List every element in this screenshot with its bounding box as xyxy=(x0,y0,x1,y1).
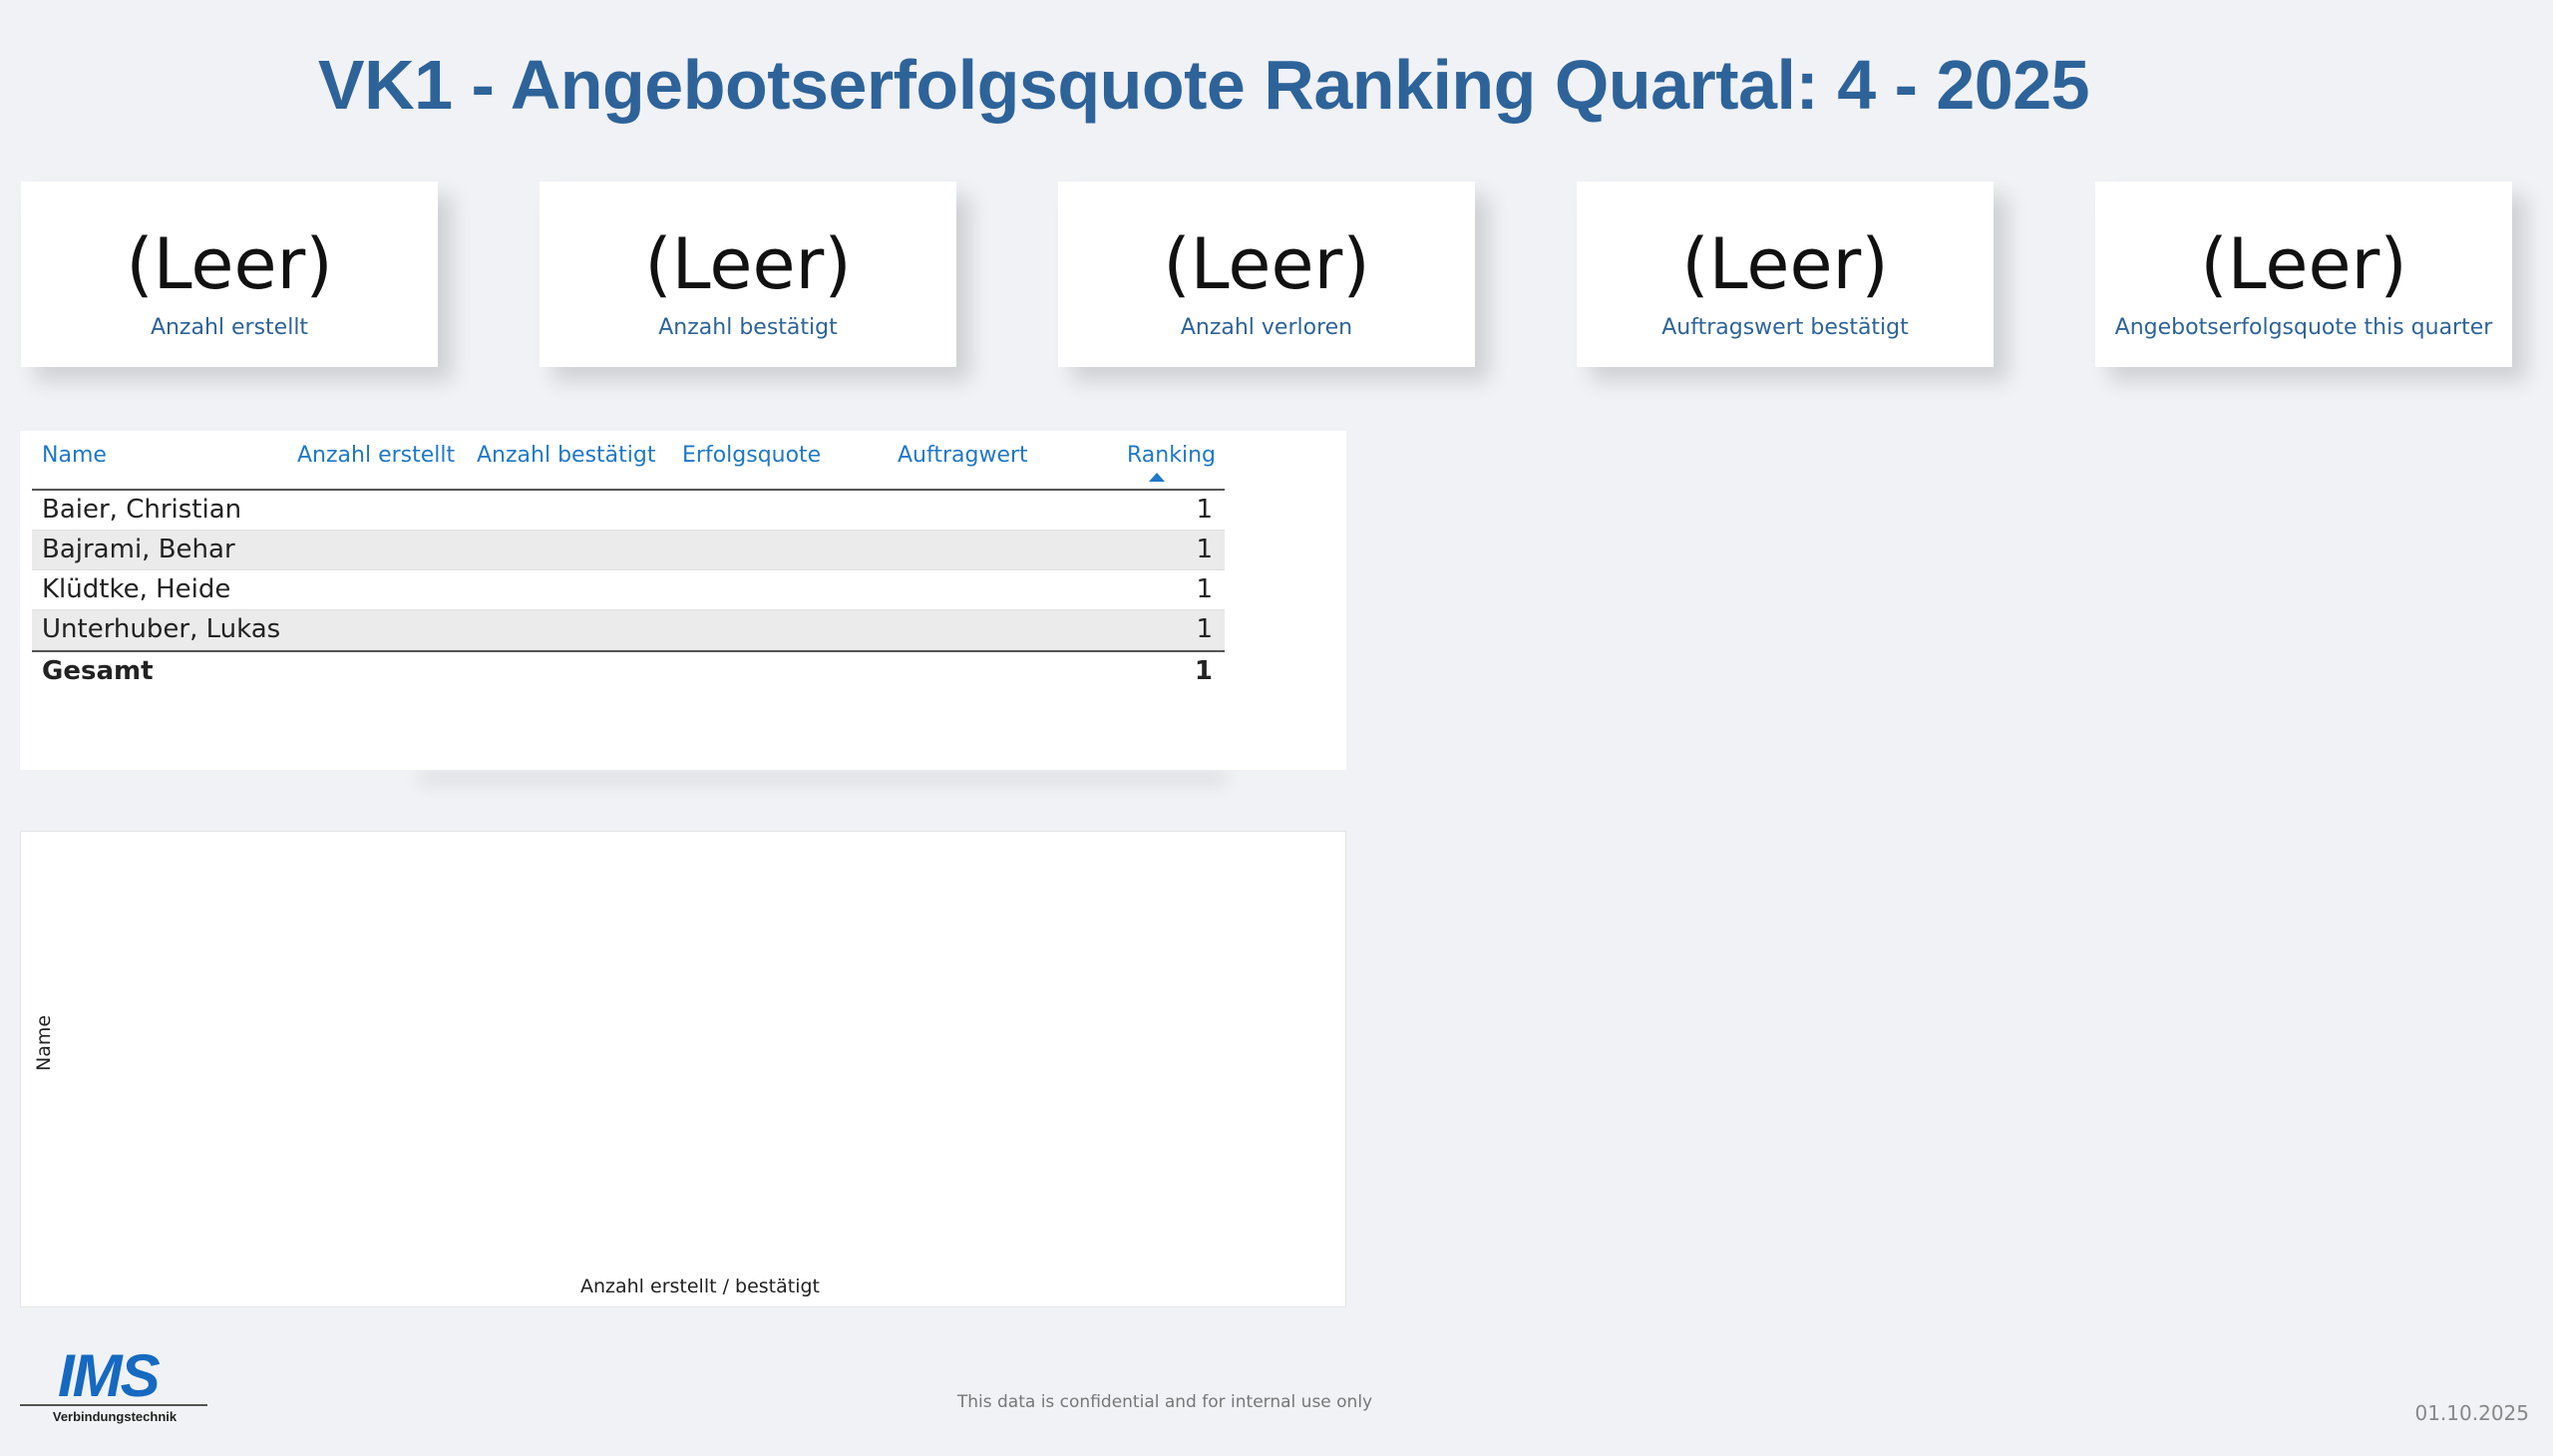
kpi-value: (Leer) xyxy=(1163,223,1370,305)
column-header-erfolgsquote[interactable]: Erfolgsquote xyxy=(682,443,821,468)
chart-x-axis-label: Anzahl erstellt / bestätigt xyxy=(579,1275,821,1297)
kpi-value: (Leer) xyxy=(126,223,333,305)
kpi-card-anzahl-bestaetigt[interactable]: (Leer) Anzahl bestätigt xyxy=(540,182,956,367)
cell-ranking: 1 xyxy=(1196,495,1213,525)
table-row[interactable]: Klüdtke, Heide 1 xyxy=(32,570,1225,610)
kpi-card-anzahl-verloren[interactable]: (Leer) Anzahl verloren xyxy=(1058,182,1475,367)
kpi-label: Anzahl verloren xyxy=(1180,315,1353,340)
column-header-anzahl-erstellt[interactable]: Anzahl erstellt xyxy=(297,443,455,468)
ranking-table: Name Anzahl erstellt Anzahl bestätigt Er… xyxy=(32,431,1225,691)
bar-chart-panel[interactable]: Name Anzahl erstellt / bestätigt xyxy=(20,831,1346,1307)
cell-ranking: 1 xyxy=(1196,614,1213,644)
kpi-label: Anzahl erstellt xyxy=(150,315,309,340)
ims-logo: IMS Verbindungstechnik xyxy=(20,1341,209,1431)
kpi-card-auftragswert-bestaetigt[interactable]: (Leer) Auftragswert bestätigt xyxy=(1577,182,1994,367)
column-header-name[interactable]: Name xyxy=(42,443,107,468)
kpi-value: (Leer) xyxy=(2200,223,2407,305)
kpi-label: Anzahl bestätigt xyxy=(658,315,838,340)
cell-ranking: 1 xyxy=(1196,535,1213,564)
sort-ascending-icon[interactable] xyxy=(1149,473,1165,482)
kpi-card-angebotserfolgsquote[interactable]: (Leer) Angebotserfolgsquote this quarter xyxy=(2095,182,2512,367)
ranking-table-panel[interactable]: Name Anzahl erstellt Anzahl bestätigt Er… xyxy=(20,431,1346,770)
cell-ranking: 1 xyxy=(1196,574,1213,604)
table-row[interactable]: Baier, Christian 1 xyxy=(32,491,1225,531)
page-title: VK1 - Angebotserfolgsquote Ranking Quart… xyxy=(317,46,2090,124)
table-total-row: Gesamt 1 xyxy=(32,650,1225,691)
table-row[interactable]: Unterhuber, Lukas 1 xyxy=(32,610,1225,650)
column-header-anzahl-bestaetigt[interactable]: Anzahl bestätigt xyxy=(477,443,655,468)
cell-name: Unterhuber, Lukas xyxy=(42,614,281,644)
kpi-label: Angebotserfolgsquote this quarter xyxy=(2114,315,2493,340)
cell-total-label: Gesamt xyxy=(42,656,154,686)
kpi-value: (Leer) xyxy=(1681,223,1889,305)
chart-y-axis-label: Name xyxy=(33,1014,55,1071)
confidential-notice: This data is confidential and for intern… xyxy=(956,1392,1373,1412)
kpi-card-anzahl-erstellt[interactable]: (Leer) Anzahl erstellt xyxy=(21,182,438,367)
kpi-value: (Leer) xyxy=(644,223,852,305)
column-header-ranking[interactable]: Ranking xyxy=(1127,443,1216,468)
report-date: 01.10.2025 xyxy=(2414,1401,2529,1425)
table-header: Name Anzahl erstellt Anzahl bestätigt Er… xyxy=(32,431,1225,491)
kpi-label: Auftragswert bestätigt xyxy=(1661,315,1909,340)
cell-total-ranking: 1 xyxy=(1194,656,1213,686)
cell-name: Bajrami, Behar xyxy=(42,535,235,564)
table-row[interactable]: Bajrami, Behar 1 xyxy=(32,531,1225,570)
column-header-auftragwert[interactable]: Auftragwert xyxy=(898,443,1028,468)
cell-name: Baier, Christian xyxy=(42,495,242,525)
cell-name: Klüdtke, Heide xyxy=(42,574,231,604)
